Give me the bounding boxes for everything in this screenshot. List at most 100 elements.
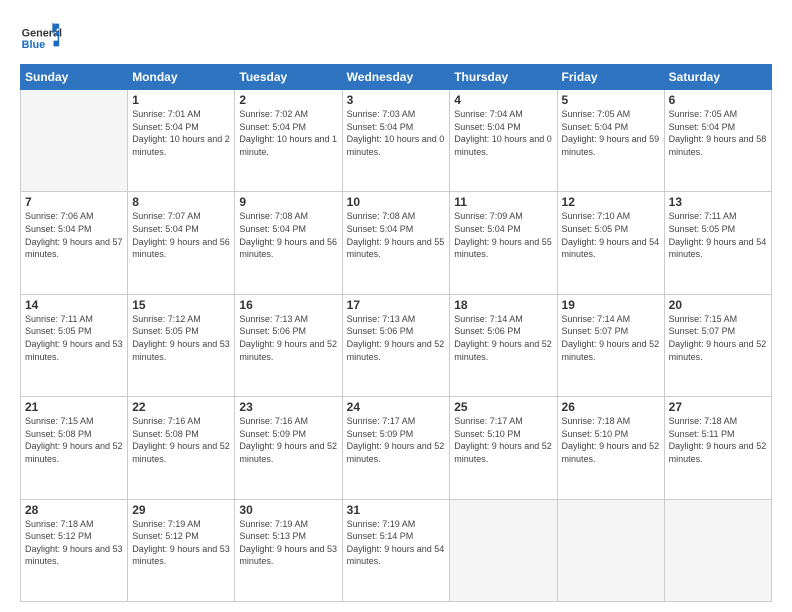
day-info: Sunrise: 7:19 AM Sunset: 5:14 PM Dayligh…: [347, 518, 446, 568]
day-number: 2: [239, 93, 337, 107]
day-info: Sunrise: 7:14 AM Sunset: 5:06 PM Dayligh…: [454, 313, 552, 363]
day-number: 21: [25, 400, 123, 414]
calendar-week-2: 7Sunrise: 7:06 AM Sunset: 5:04 PM Daylig…: [21, 192, 772, 294]
calendar-cell: 14Sunrise: 7:11 AM Sunset: 5:05 PM Dayli…: [21, 294, 128, 396]
day-info: Sunrise: 7:16 AM Sunset: 5:08 PM Dayligh…: [132, 415, 230, 465]
calendar-cell: 16Sunrise: 7:13 AM Sunset: 5:06 PM Dayli…: [235, 294, 342, 396]
day-info: Sunrise: 7:11 AM Sunset: 5:05 PM Dayligh…: [25, 313, 123, 363]
day-info: Sunrise: 7:02 AM Sunset: 5:04 PM Dayligh…: [239, 108, 337, 158]
day-info: Sunrise: 7:03 AM Sunset: 5:04 PM Dayligh…: [347, 108, 446, 158]
day-number: 17: [347, 298, 446, 312]
calendar-cell: 13Sunrise: 7:11 AM Sunset: 5:05 PM Dayli…: [664, 192, 771, 294]
calendar-cell: 31Sunrise: 7:19 AM Sunset: 5:14 PM Dayli…: [342, 499, 450, 601]
header: General Blue: [20, 20, 772, 56]
calendar-cell: [557, 499, 664, 601]
calendar-week-5: 28Sunrise: 7:18 AM Sunset: 5:12 PM Dayli…: [21, 499, 772, 601]
day-info: Sunrise: 7:11 AM Sunset: 5:05 PM Dayligh…: [669, 210, 767, 260]
calendar-cell: 18Sunrise: 7:14 AM Sunset: 5:06 PM Dayli…: [450, 294, 557, 396]
day-number: 19: [562, 298, 660, 312]
weekday-header-thursday: Thursday: [450, 65, 557, 90]
day-number: 26: [562, 400, 660, 414]
day-number: 20: [669, 298, 767, 312]
calendar-cell: 28Sunrise: 7:18 AM Sunset: 5:12 PM Dayli…: [21, 499, 128, 601]
calendar-cell: 5Sunrise: 7:05 AM Sunset: 5:04 PM Daylig…: [557, 90, 664, 192]
calendar-cell: 8Sunrise: 7:07 AM Sunset: 5:04 PM Daylig…: [128, 192, 235, 294]
weekday-header-row: SundayMondayTuesdayWednesdayThursdayFrid…: [21, 65, 772, 90]
day-info: Sunrise: 7:15 AM Sunset: 5:08 PM Dayligh…: [25, 415, 123, 465]
weekday-header-saturday: Saturday: [664, 65, 771, 90]
calendar-cell: [21, 90, 128, 192]
day-number: 15: [132, 298, 230, 312]
day-number: 13: [669, 195, 767, 209]
logo: General Blue: [20, 20, 70, 56]
weekday-header-sunday: Sunday: [21, 65, 128, 90]
calendar-cell: 15Sunrise: 7:12 AM Sunset: 5:05 PM Dayli…: [128, 294, 235, 396]
calendar-cell: 2Sunrise: 7:02 AM Sunset: 5:04 PM Daylig…: [235, 90, 342, 192]
calendar-cell: 19Sunrise: 7:14 AM Sunset: 5:07 PM Dayli…: [557, 294, 664, 396]
day-number: 14: [25, 298, 123, 312]
day-info: Sunrise: 7:15 AM Sunset: 5:07 PM Dayligh…: [669, 313, 767, 363]
day-info: Sunrise: 7:18 AM Sunset: 5:11 PM Dayligh…: [669, 415, 767, 465]
weekday-header-wednesday: Wednesday: [342, 65, 450, 90]
day-number: 16: [239, 298, 337, 312]
weekday-header-tuesday: Tuesday: [235, 65, 342, 90]
day-info: Sunrise: 7:04 AM Sunset: 5:04 PM Dayligh…: [454, 108, 552, 158]
calendar-week-1: 1Sunrise: 7:01 AM Sunset: 5:04 PM Daylig…: [21, 90, 772, 192]
calendar-cell: 10Sunrise: 7:08 AM Sunset: 5:04 PM Dayli…: [342, 192, 450, 294]
logo-icon: General Blue: [20, 20, 70, 56]
calendar-cell: 22Sunrise: 7:16 AM Sunset: 5:08 PM Dayli…: [128, 397, 235, 499]
day-number: 18: [454, 298, 552, 312]
calendar-cell: 21Sunrise: 7:15 AM Sunset: 5:08 PM Dayli…: [21, 397, 128, 499]
day-number: 12: [562, 195, 660, 209]
calendar-cell: 24Sunrise: 7:17 AM Sunset: 5:09 PM Dayli…: [342, 397, 450, 499]
day-info: Sunrise: 7:06 AM Sunset: 5:04 PM Dayligh…: [25, 210, 123, 260]
calendar-cell: 11Sunrise: 7:09 AM Sunset: 5:04 PM Dayli…: [450, 192, 557, 294]
day-number: 4: [454, 93, 552, 107]
day-info: Sunrise: 7:05 AM Sunset: 5:04 PM Dayligh…: [562, 108, 660, 158]
calendar-cell: 1Sunrise: 7:01 AM Sunset: 5:04 PM Daylig…: [128, 90, 235, 192]
day-number: 9: [239, 195, 337, 209]
calendar-cell: [664, 499, 771, 601]
page: General Blue SundayMondayTuesdayWednesda…: [0, 0, 792, 612]
day-info: Sunrise: 7:01 AM Sunset: 5:04 PM Dayligh…: [132, 108, 230, 158]
day-info: Sunrise: 7:09 AM Sunset: 5:04 PM Dayligh…: [454, 210, 552, 260]
calendar-cell: 29Sunrise: 7:19 AM Sunset: 5:12 PM Dayli…: [128, 499, 235, 601]
calendar-cell: 3Sunrise: 7:03 AM Sunset: 5:04 PM Daylig…: [342, 90, 450, 192]
calendar-cell: 25Sunrise: 7:17 AM Sunset: 5:10 PM Dayli…: [450, 397, 557, 499]
calendar-cell: 17Sunrise: 7:13 AM Sunset: 5:06 PM Dayli…: [342, 294, 450, 396]
day-number: 3: [347, 93, 446, 107]
calendar-cell: 27Sunrise: 7:18 AM Sunset: 5:11 PM Dayli…: [664, 397, 771, 499]
day-number: 22: [132, 400, 230, 414]
day-number: 5: [562, 93, 660, 107]
day-info: Sunrise: 7:19 AM Sunset: 5:13 PM Dayligh…: [239, 518, 337, 568]
day-info: Sunrise: 7:13 AM Sunset: 5:06 PM Dayligh…: [239, 313, 337, 363]
day-number: 29: [132, 503, 230, 517]
day-number: 1: [132, 93, 230, 107]
day-number: 25: [454, 400, 552, 414]
day-number: 8: [132, 195, 230, 209]
calendar-table: SundayMondayTuesdayWednesdayThursdayFrid…: [20, 64, 772, 602]
day-number: 6: [669, 93, 767, 107]
day-info: Sunrise: 7:18 AM Sunset: 5:10 PM Dayligh…: [562, 415, 660, 465]
day-info: Sunrise: 7:13 AM Sunset: 5:06 PM Dayligh…: [347, 313, 446, 363]
day-number: 27: [669, 400, 767, 414]
day-number: 31: [347, 503, 446, 517]
calendar-cell: 23Sunrise: 7:16 AM Sunset: 5:09 PM Dayli…: [235, 397, 342, 499]
weekday-header-friday: Friday: [557, 65, 664, 90]
day-info: Sunrise: 7:08 AM Sunset: 5:04 PM Dayligh…: [239, 210, 337, 260]
calendar-cell: 30Sunrise: 7:19 AM Sunset: 5:13 PM Dayli…: [235, 499, 342, 601]
day-info: Sunrise: 7:07 AM Sunset: 5:04 PM Dayligh…: [132, 210, 230, 260]
day-info: Sunrise: 7:18 AM Sunset: 5:12 PM Dayligh…: [25, 518, 123, 568]
calendar-week-3: 14Sunrise: 7:11 AM Sunset: 5:05 PM Dayli…: [21, 294, 772, 396]
svg-text:Blue: Blue: [22, 39, 45, 51]
day-info: Sunrise: 7:17 AM Sunset: 5:10 PM Dayligh…: [454, 415, 552, 465]
calendar-cell: 20Sunrise: 7:15 AM Sunset: 5:07 PM Dayli…: [664, 294, 771, 396]
calendar-cell: [450, 499, 557, 601]
day-info: Sunrise: 7:12 AM Sunset: 5:05 PM Dayligh…: [132, 313, 230, 363]
day-info: Sunrise: 7:19 AM Sunset: 5:12 PM Dayligh…: [132, 518, 230, 568]
day-number: 10: [347, 195, 446, 209]
day-number: 23: [239, 400, 337, 414]
calendar-cell: 9Sunrise: 7:08 AM Sunset: 5:04 PM Daylig…: [235, 192, 342, 294]
day-info: Sunrise: 7:16 AM Sunset: 5:09 PM Dayligh…: [239, 415, 337, 465]
day-number: 30: [239, 503, 337, 517]
